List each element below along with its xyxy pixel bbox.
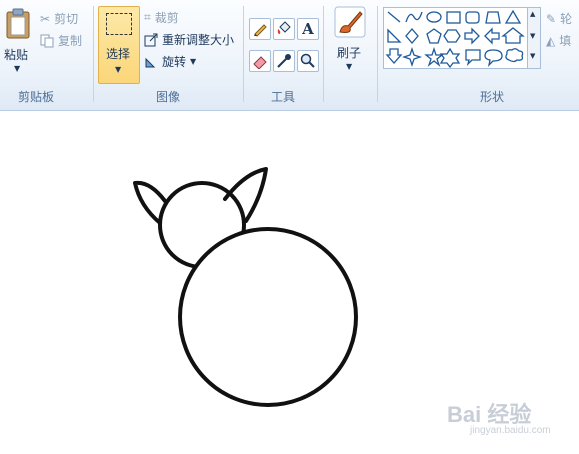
arrow-down-shape-icon [385, 48, 403, 64]
magnifier-icon [300, 53, 315, 68]
callout-rect-shape-icon [465, 49, 481, 67]
cut-button[interactable]: ✂ 剪切 [40, 10, 78, 27]
right-triangle-shape-icon [387, 28, 402, 43]
copy-button[interactable]: 复制 [40, 32, 82, 49]
text-icon: A [302, 20, 314, 38]
shapes-group-label: 形状 [480, 90, 505, 104]
rounded-rectangle-shape-icon [465, 11, 480, 24]
brushes-label: 刷子 [337, 46, 362, 60]
shapes-icons [385, 9, 525, 69]
clipboard-group-label: 剪贴板 [18, 90, 55, 104]
chevron-down-icon: ▼ [14, 64, 21, 73]
pencil-tool[interactable] [249, 18, 271, 40]
eraser-tool[interactable] [249, 50, 271, 72]
outline-button[interactable]: ✎ 轮 [546, 10, 572, 27]
rotate-button[interactable]: 旋转 ▼ [144, 53, 196, 70]
pencil-icon [254, 24, 267, 37]
tools-group-label: 工具 [271, 90, 296, 104]
clipboard-icon [6, 8, 30, 39]
separator [377, 6, 378, 102]
rotate-icon [145, 57, 156, 67]
shapes-gallery[interactable] [383, 7, 529, 69]
fill-icon: ◭ [546, 33, 556, 48]
callout-cloud-shape-icon [505, 48, 524, 63]
magnifier-tool[interactable] [297, 50, 319, 72]
copy-icon [40, 34, 54, 47]
select-button[interactable]: 选择 ▼ [98, 6, 140, 84]
select-label: 选择 [106, 47, 131, 61]
brushes-group: 刷子 ▼ [326, 0, 374, 110]
star5-shape-icon [424, 46, 444, 67]
chevron-down-icon: ▼ [346, 62, 353, 71]
callout-oval-shape-icon [484, 49, 503, 67]
crop-label: 裁剪 [154, 11, 179, 25]
tools-group: A 工具 [246, 0, 322, 110]
pentagon-shape-icon [426, 28, 442, 44]
brush-icon [334, 6, 366, 38]
resize-button[interactable]: 重新调整大小 [144, 31, 234, 48]
arrow-left-shape-icon [484, 27, 500, 45]
chevron-down-icon: ▼ [115, 65, 122, 74]
separator [93, 6, 94, 102]
polygon-shape-icon [485, 11, 501, 24]
color-picker-tool[interactable] [273, 50, 295, 72]
cut-label: 剪切 [54, 12, 79, 26]
body-circle [178, 227, 358, 407]
hexagon-shape-icon [443, 29, 461, 43]
oval-shape-icon [426, 11, 442, 23]
image-group-label: 图像 [156, 90, 181, 104]
brushes-button[interactable]: 刷子 ▼ [330, 6, 370, 78]
rectangle-shape-icon [446, 11, 461, 24]
arrow-right-shape-icon [464, 27, 480, 45]
rotate-label: 旋转 [162, 55, 187, 69]
eraser-icon [253, 56, 267, 69]
diamond-shape-icon [405, 28, 419, 44]
crop-button[interactable]: ⌗ 裁剪 [144, 9, 179, 26]
line-shape-icon [387, 11, 401, 23]
outline-icon: ✎ [546, 11, 557, 26]
ribbon: 粘贴 ▼ ✂ 剪切 复制 剪贴板 选择 ▼ ⌗ 裁剪 重新调整大小 旋转 ▼ 图… [0, 0, 579, 111]
image-group: 选择 ▼ ⌗ 裁剪 重新调整大小 旋转 ▼ 图像 [96, 0, 242, 110]
star6-shape-icon [439, 47, 461, 69]
shapes-scrollbar[interactable]: ▲ ▼ ▼ [527, 7, 541, 69]
copy-label: 复制 [58, 34, 83, 48]
scroll-down-icon[interactable]: ▼ [530, 32, 535, 40]
resize-icon [144, 33, 158, 46]
separator [243, 6, 244, 102]
star4-shape-icon [401, 46, 423, 68]
resize-label: 重新调整大小 [162, 33, 235, 47]
outline-label: 轮 [560, 12, 573, 26]
eyedropper-icon [277, 54, 291, 68]
selection-icon [106, 13, 132, 35]
watermark-url: jingyan.baidu.com [470, 425, 551, 436]
paste-button[interactable]: 粘贴 ▼ [2, 6, 36, 76]
paste-label: 粘贴 [4, 48, 29, 62]
separator [323, 6, 324, 102]
curve-shape-icon [405, 11, 423, 23]
chevron-down-icon: ▼ [190, 57, 197, 66]
scissors-icon: ✂ [40, 11, 51, 26]
fill-label: 填 [559, 34, 572, 48]
crop-icon: ⌗ [144, 10, 151, 24]
clipboard-group: 粘贴 ▼ ✂ 剪切 复制 剪贴板 [0, 0, 92, 110]
paint-bucket-icon [277, 21, 291, 34]
fill-button[interactable]: ◭ 填 [546, 32, 571, 49]
triangle-shape-icon [504, 9, 522, 24]
text-tool[interactable]: A [297, 18, 319, 40]
arrow-up-shape-icon [501, 27, 525, 44]
drawing-canvas[interactable]: Bai 经验 jingyan.baidu.com [0, 111, 579, 451]
expand-icon[interactable]: ▼ [530, 52, 535, 60]
fill-tool[interactable] [273, 18, 295, 40]
scroll-up-icon[interactable]: ▲ [530, 10, 535, 18]
